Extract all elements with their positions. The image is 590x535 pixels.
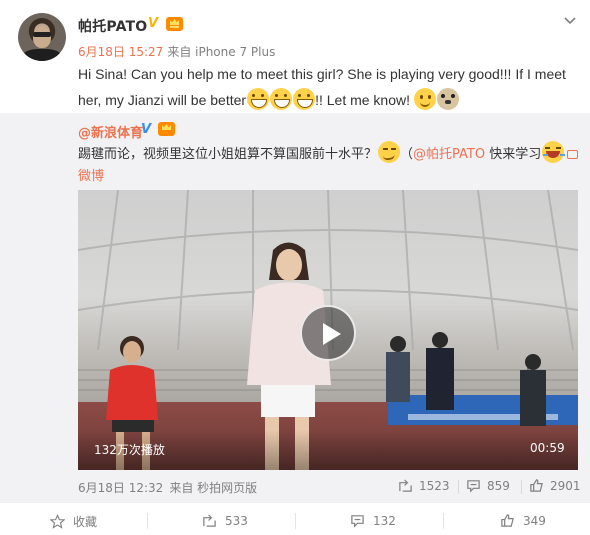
forward-icon (399, 479, 412, 492)
repost-text-main: 踢毽而论，视频里这位小姐姐算不算国服前十水平？ (78, 147, 378, 162)
verified-icon: V (148, 16, 159, 31)
bystanders (386, 332, 454, 410)
repost-text-paren: （ (400, 147, 414, 162)
avatar-face (33, 26, 51, 48)
like-button[interactable]: 349 (500, 513, 546, 528)
avatar[interactable] (18, 13, 66, 61)
smile-emoji-icon (414, 88, 437, 110)
post-author[interactable]: 帕托PATO (78, 16, 147, 36)
post-source[interactable]: 来自 iPhone 7 Plus (167, 45, 275, 59)
grin-emoji-icon (292, 88, 315, 110)
comment-button[interactable]: 132 (350, 513, 396, 528)
like-icon (501, 514, 514, 527)
repost-forward-count: 1523 (419, 478, 450, 493)
laugh-emoji-icon (541, 141, 564, 163)
divider (295, 513, 296, 529)
favorite-label: 收藏 (73, 515, 98, 529)
mention-link[interactable]: @帕托PATO (413, 147, 485, 162)
repost-meta: 6月18日 12:32 来自 秒拍网页版 (78, 479, 257, 496)
chevron-down-icon[interactable] (562, 12, 578, 28)
bystander-right (520, 354, 546, 426)
forward-button[interactable]: 533 (202, 513, 248, 528)
repost-like-count: 2901 (550, 478, 581, 493)
grin-emoji-icon (269, 88, 292, 110)
avatar-shirt (23, 49, 61, 61)
smirk-emoji-icon (377, 141, 400, 163)
verified-blue-icon: V (141, 122, 152, 137)
repost-forward-button[interactable]: 1523 (398, 478, 450, 493)
repost-comment-button[interactable]: 859 (466, 478, 510, 493)
video-duration: 00:59 (530, 441, 565, 455)
like-icon (530, 479, 543, 492)
forward-count: 533 (225, 513, 248, 528)
link-icon[interactable] (567, 150, 579, 159)
weibo-card: 帕托PATO V 6月18日 15:27 来自 iPhone 7 Plus Hi … (0, 0, 590, 535)
doge-emoji-icon (437, 88, 460, 110)
divider (147, 513, 148, 529)
grin-emoji-icon (246, 88, 269, 110)
repost-time[interactable]: 6月18日 12:32 (78, 481, 163, 495)
repost-like-button[interactable]: 2901 (529, 478, 581, 493)
post-text: Hi Sina! Can you help me to meet this gi… (78, 61, 582, 113)
favorite-button[interactable]: 收藏 (50, 513, 97, 530)
vip-crown-icon[interactable] (158, 122, 175, 136)
repost-comment-count: 859 (487, 478, 510, 493)
vip-crown-icon[interactable] (166, 17, 183, 31)
post-text-end: !! Let me know! (315, 92, 414, 108)
weibo-video-link[interactable]: 微博 (78, 169, 104, 184)
forward-icon (203, 514, 216, 527)
comment-count: 132 (373, 513, 396, 528)
comment-icon (467, 480, 480, 493)
divider (521, 480, 522, 494)
like-count: 349 (523, 513, 546, 528)
play-icon[interactable] (300, 305, 356, 361)
post-meta: 6月18日 15:27 来自 iPhone 7 Plus (78, 43, 275, 60)
divider (443, 513, 444, 529)
avatar-sunglasses (33, 32, 51, 37)
post-time[interactable]: 6月18日 15:27 (78, 45, 163, 59)
repost-source[interactable]: 来自 秒拍网页版 (169, 481, 257, 495)
star-icon (50, 514, 65, 529)
repost-text-tail: 快来学习 (485, 147, 542, 162)
repost-author[interactable]: @新浪体育 (78, 122, 143, 141)
comment-icon (351, 515, 364, 528)
divider (458, 480, 459, 494)
video-view-count: 132万次播放 (94, 443, 165, 457)
